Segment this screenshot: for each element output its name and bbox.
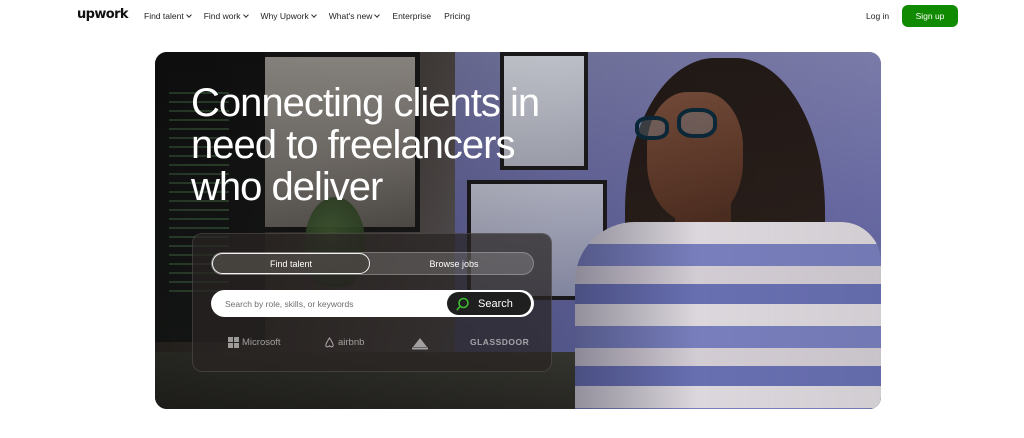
client-name: GLASSDOOR: [470, 337, 530, 347]
search-input[interactable]: [225, 296, 435, 311]
nav-enterprise[interactable]: Enterprise: [392, 11, 431, 21]
nav-pricing[interactable]: Pricing: [444, 11, 470, 21]
microsoft-logo-icon: [228, 337, 239, 348]
nav-find-work[interactable]: Find work: [203, 11, 249, 21]
hero-banner: Connecting clients in need to freelancer…: [155, 52, 881, 409]
nav-label: Find talent: [144, 11, 184, 21]
hero-headline: Connecting clients in need to freelancer…: [191, 81, 540, 209]
search-button[interactable]: Search: [447, 292, 531, 315]
bissell-logo-icon: [412, 338, 428, 350]
search-bar: Search: [211, 290, 534, 317]
nav-label: Why Upwork: [260, 11, 309, 21]
glassdoor-logo: GLASSDOOR: [470, 337, 529, 347]
bissell-logo: [410, 337, 430, 350]
nav-label: What's new: [328, 11, 373, 21]
main-nav: Find talent Find work Why Upwork What's …: [144, 11, 483, 21]
search-icon: [456, 297, 469, 310]
tab-browse-jobs[interactable]: Browse jobs: [375, 253, 533, 274]
signup-button[interactable]: Sign up: [902, 5, 958, 27]
airbnb-logo-icon: [325, 337, 334, 348]
nav-why-upwork[interactable]: Why Upwork: [260, 11, 317, 21]
search-panel: Find talent Browse jobs Search Microsoft: [192, 233, 552, 372]
microsoft-logo: Microsoft: [228, 337, 281, 348]
chevron-down-icon: [374, 11, 381, 18]
nav-label: Find work: [203, 11, 241, 21]
upwork-logo[interactable]: upwork: [77, 7, 129, 22]
nav-find-talent[interactable]: Find talent: [144, 11, 192, 21]
chevron-down-icon: [185, 11, 192, 18]
chevron-down-icon: [310, 11, 317, 18]
trusted-by-logos: Microsoft airbnb GLASSDOOR: [228, 334, 529, 354]
search-mode-toggle: Find talent Browse jobs: [211, 252, 534, 275]
search-button-label: Search: [478, 297, 513, 310]
chevron-down-icon: [242, 11, 249, 18]
client-name: airbnb: [338, 337, 365, 348]
airbnb-logo: airbnb: [324, 337, 364, 348]
site-header: upwork Find talent Find work Why Upwork …: [0, 0, 1024, 34]
tab-find-talent[interactable]: Find talent: [212, 253, 370, 274]
nav-label: Pricing: [444, 11, 471, 21]
login-link[interactable]: Log in: [866, 11, 889, 21]
client-name: Microsoft: [242, 337, 281, 348]
nav-label: Enterprise: [392, 11, 432, 21]
nav-whats-new[interactable]: What's new: [328, 11, 381, 21]
